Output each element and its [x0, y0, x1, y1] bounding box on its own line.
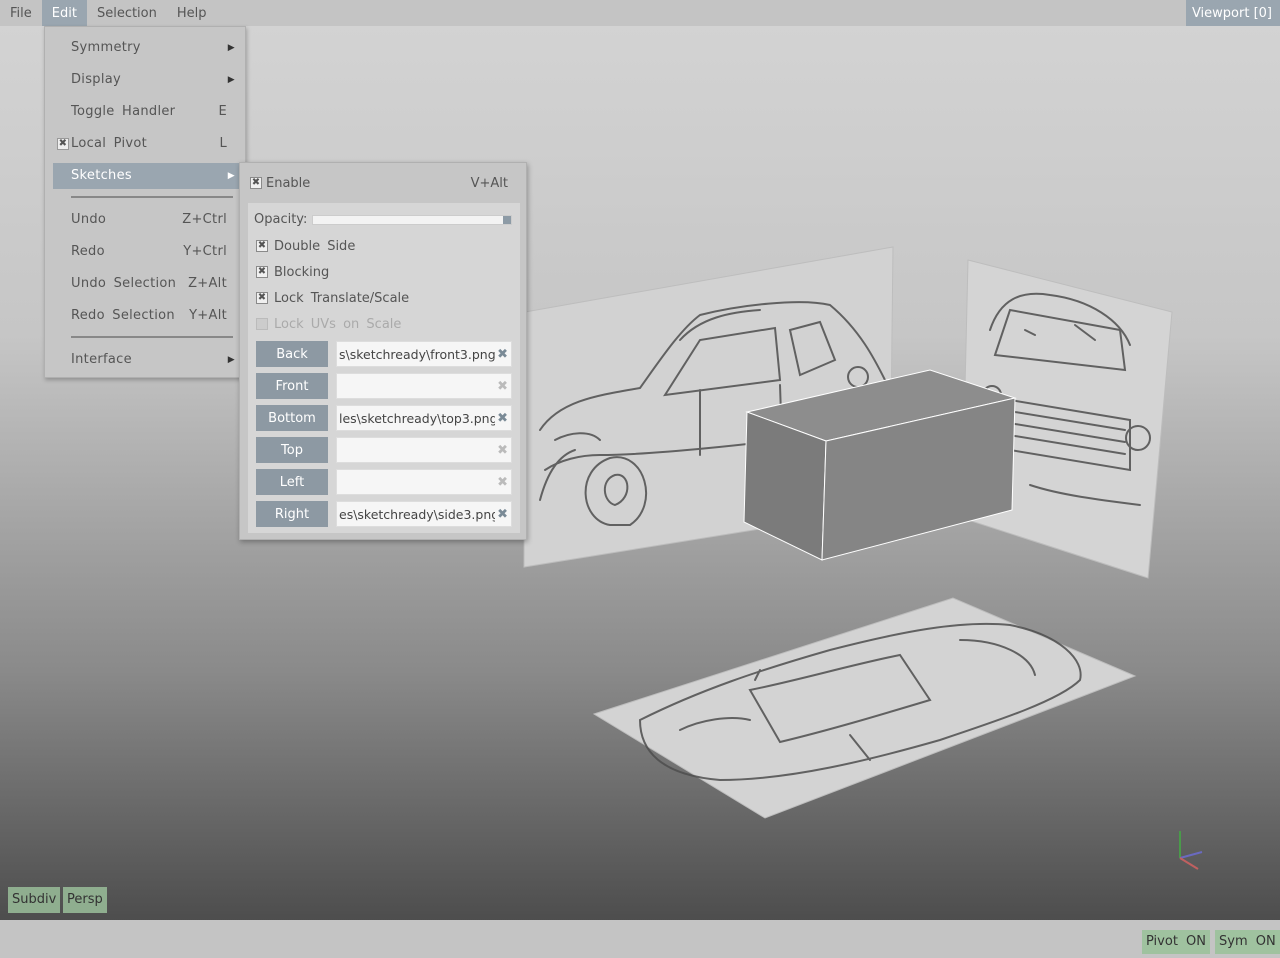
- menu-item-sketches[interactable]: Sketches ▶: [53, 163, 239, 189]
- submenu-arrow-icon: ▶: [227, 171, 235, 181]
- menu-item-toggle-handler[interactable]: Toggle Handler E: [53, 99, 239, 125]
- sketch-top-path-field[interactable]: ✖: [336, 437, 512, 463]
- axis-gizmo: [1179, 831, 1203, 870]
- opacity-slider-handle[interactable]: [503, 216, 511, 224]
- menu-item-label: Display: [71, 72, 122, 87]
- option-label: Lock Translate/Scale: [274, 291, 410, 306]
- sketches-enable-toggle[interactable]: ✖ Enable V+Alt: [250, 173, 518, 195]
- option-label: Double Side: [274, 239, 356, 254]
- sketch-back-path-field[interactable]: s\sketchready\front3.png ✖: [336, 341, 512, 367]
- sketches-submenu: ✖ Enable V+Alt Opacity: ✖ Double Side ✖ …: [239, 162, 527, 540]
- clear-icon[interactable]: ✖: [495, 342, 508, 366]
- sketch-image-row-left: Left ✖: [256, 469, 512, 495]
- menu-item-label: Interface: [71, 352, 132, 367]
- menu-item-shortcut: Y+Ctrl: [183, 244, 227, 259]
- menu-item-label: Toggle Handler: [71, 104, 176, 119]
- menu-item-shortcut: Z+Alt: [188, 276, 227, 291]
- sketch-image-row-bottom: Bottom les\sketchready\top3.png ✖: [256, 405, 512, 431]
- option-blocking[interactable]: ✖ Blocking: [254, 263, 514, 283]
- viewport-label[interactable]: Viewport [0]: [1185, 0, 1280, 26]
- menu-bar: File Edit Selection Help: [0, 0, 1280, 26]
- menu-item-undo-selection[interactable]: Undo Selection Z+Alt: [53, 271, 239, 297]
- menu-item-shortcut: Y+Alt: [189, 308, 227, 323]
- sketch-right-button[interactable]: Right: [256, 501, 328, 527]
- sketch-left-button[interactable]: Left: [256, 469, 328, 495]
- option-lock-translate-scale[interactable]: ✖ Lock Translate/Scale: [254, 289, 514, 309]
- sketch-back-button[interactable]: Back: [256, 341, 328, 367]
- menu-item-interface[interactable]: Interface ▶: [53, 347, 239, 373]
- sketch-image-row-top: Top ✖: [256, 437, 512, 463]
- enable-shortcut: V+Alt: [470, 176, 508, 191]
- submenu-arrow-icon: ▶: [227, 75, 235, 85]
- menu-selection[interactable]: Selection: [87, 0, 167, 26]
- sketch-bottom-path-field[interactable]: les\sketchready\top3.png ✖: [336, 405, 512, 431]
- menu-item-local-pivot[interactable]: ✖ Local Pivot L: [53, 131, 239, 157]
- menu-item-label: Symmetry: [71, 40, 141, 55]
- clear-icon[interactable]: ✖: [495, 406, 508, 430]
- clear-icon[interactable]: ✖: [495, 438, 508, 462]
- checkmark-icon[interactable]: ✖: [256, 266, 268, 278]
- option-double-side[interactable]: ✖ Double Side: [254, 237, 514, 257]
- menu-item-shortcut: E: [218, 104, 227, 119]
- file-path: les\sketchready\top3.png: [339, 411, 498, 426]
- checkmark-icon[interactable]: ✖: [256, 240, 268, 252]
- checkbox-empty-icon: [256, 318, 268, 330]
- menu-edit[interactable]: Edit: [41, 0, 87, 26]
- menu-item-label: Undo: [71, 212, 107, 227]
- subdiv-button[interactable]: Subdiv: [8, 887, 61, 913]
- sketch-right-path-field[interactable]: es\sketchready\side3.png ✖: [336, 501, 512, 527]
- enable-label: Enable: [266, 176, 311, 191]
- sketch-image-row-back: Back s\sketchready\front3.png ✖: [256, 341, 512, 367]
- option-lock-uvs-on-scale: Lock UVs on Scale: [254, 315, 514, 335]
- menu-item-display[interactable]: Display ▶: [53, 67, 239, 93]
- opacity-row: Opacity:: [254, 211, 514, 229]
- menu-file[interactable]: File: [0, 0, 42, 26]
- menu-item-label: Redo: [71, 244, 105, 259]
- sketch-plane-top[interactable]: [592, 597, 1137, 819]
- sketch-image-row-front: Front ✖: [256, 373, 512, 399]
- menu-item-label: Sketches: [71, 168, 132, 183]
- clear-icon[interactable]: ✖: [495, 374, 508, 398]
- opacity-slider[interactable]: [312, 215, 512, 225]
- sketches-options-panel: Opacity: ✖ Double Side ✖ Blocking ✖ Lock…: [248, 203, 520, 533]
- opacity-label: Opacity:: [254, 212, 308, 227]
- sym-toggle[interactable]: Sym ON: [1215, 930, 1280, 954]
- option-label: Lock UVs on Scale: [274, 317, 402, 332]
- menu-item-undo[interactable]: Undo Z+Ctrl: [53, 207, 239, 233]
- checkmark-icon[interactable]: ✖: [256, 292, 268, 304]
- sketch-front-path-field[interactable]: ✖: [336, 373, 512, 399]
- file-path: s\sketchready\front3.png: [339, 347, 496, 362]
- opacity-slider-fill: [313, 216, 511, 224]
- menu-item-label: Local Pivot: [71, 136, 148, 151]
- menu-item-shortcut: L: [219, 136, 227, 151]
- submenu-arrow-icon: ▶: [227, 355, 235, 365]
- pivot-toggle[interactable]: Pivot ON: [1142, 930, 1210, 954]
- menu-item-redo-selection[interactable]: Redo Selection Y+Alt: [53, 303, 239, 329]
- menu-item-shortcut: Z+Ctrl: [182, 212, 227, 227]
- status-bar: Pivot ON Sym ON: [0, 920, 1280, 958]
- clear-icon[interactable]: ✖: [495, 502, 508, 526]
- persp-button[interactable]: Persp: [63, 887, 107, 913]
- checkmark-icon[interactable]: ✖: [250, 177, 262, 189]
- option-label: Blocking: [274, 265, 330, 280]
- menu-item-symmetry[interactable]: Symmetry ▶: [53, 35, 239, 61]
- edit-menu-dropdown: Symmetry ▶ Display ▶ Toggle Handler E ✖ …: [44, 26, 246, 378]
- sketch-image-row-right: Right es\sketchready\side3.png ✖: [256, 501, 512, 527]
- menu-separator: [71, 196, 233, 198]
- menu-help[interactable]: Help: [167, 0, 217, 26]
- checkmark-icon: ✖: [57, 138, 69, 150]
- menu-item-label: Redo Selection: [71, 308, 175, 323]
- sketch-left-path-field[interactable]: ✖: [336, 469, 512, 495]
- menu-item-label: Undo Selection: [71, 276, 177, 291]
- sketch-bottom-button[interactable]: Bottom: [256, 405, 328, 431]
- menu-item-redo[interactable]: Redo Y+Ctrl: [53, 239, 239, 265]
- sketch-front-button[interactable]: Front: [256, 373, 328, 399]
- clear-icon[interactable]: ✖: [495, 470, 508, 494]
- submenu-arrow-icon: ▶: [227, 43, 235, 53]
- file-path: es\sketchready\side3.png: [339, 507, 500, 522]
- menu-separator: [71, 336, 233, 338]
- sketch-top-button[interactable]: Top: [256, 437, 328, 463]
